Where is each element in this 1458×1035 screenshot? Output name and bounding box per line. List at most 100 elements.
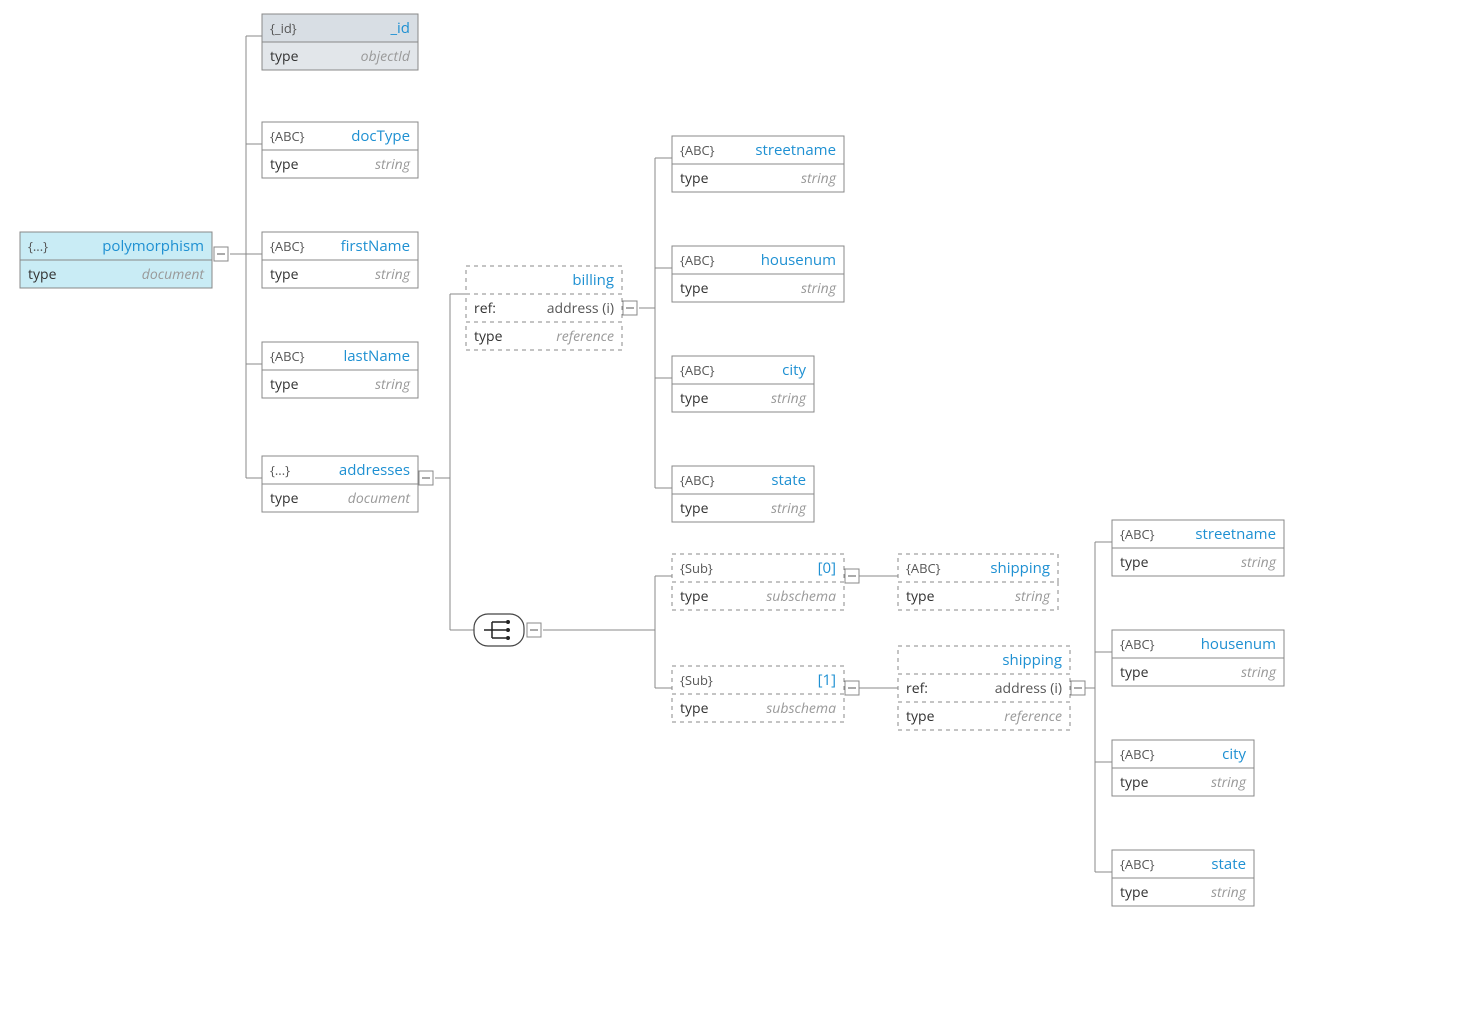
svg-text:string: string [1241, 553, 1277, 572]
svg-text:subschema: subschema [766, 699, 836, 718]
svg-text:string: string [771, 499, 807, 518]
svg-text:string: string [1241, 663, 1277, 682]
svg-text:type: type [680, 169, 709, 188]
svg-text:{ABC}: {ABC} [1120, 635, 1155, 653]
svg-text:string: string [1015, 587, 1051, 606]
collapse-toggle[interactable] [623, 301, 637, 315]
svg-text:type: type [270, 265, 299, 284]
svg-text:{Sub}: {Sub} [680, 559, 713, 577]
node-streetname-2[interactable]: {ABC} streetname type string [1112, 520, 1284, 576]
node-sub0[interactable]: {Sub} [0] type subschema [672, 554, 844, 610]
svg-text:type: type [270, 489, 299, 508]
svg-text:{Sub}: {Sub} [680, 671, 713, 689]
svg-text:subschema: subschema [766, 587, 836, 606]
field-name: _id [389, 18, 410, 38]
svg-text:type: type [680, 499, 709, 518]
svg-text:{ABC}: {ABC} [1120, 745, 1155, 763]
node-sub1[interactable]: {Sub} [1] type subschema [672, 666, 844, 722]
svg-text:type: type [1120, 883, 1149, 902]
node-addresses[interactable]: {...} addresses type document [262, 456, 418, 512]
svg-text:address (i): address (i) [547, 299, 614, 318]
svg-text:housenum: housenum [761, 250, 836, 270]
collapse-toggle[interactable] [214, 247, 228, 261]
collapse-toggle[interactable] [419, 471, 433, 485]
collapse-toggle[interactable] [1071, 681, 1085, 695]
svg-text:string: string [771, 389, 807, 408]
svg-text:docType: docType [351, 126, 410, 146]
svg-text:{ABC}: {ABC} [270, 347, 305, 365]
svg-text:type: type [474, 327, 503, 346]
node-id[interactable]: {_id} _id type objectId [262, 14, 418, 70]
svg-text:shipping: shipping [990, 558, 1050, 578]
svg-text:type: type [680, 279, 709, 298]
svg-text:type: type [270, 155, 299, 174]
svg-text:string: string [801, 279, 837, 298]
node-polymorphism[interactable]: {...} polymorphism type document [20, 232, 212, 288]
svg-text:string: string [375, 265, 411, 284]
svg-text:string: string [375, 375, 411, 394]
svg-text:type: type [680, 699, 709, 718]
collapse-toggle[interactable] [527, 623, 541, 637]
node-lastname[interactable]: {ABC} lastName type string [262, 342, 418, 398]
svg-text:city: city [1222, 744, 1246, 764]
field-tag: {_id} [270, 19, 297, 37]
svg-text:state: state [771, 470, 806, 490]
svg-text:housenum: housenum [1201, 634, 1276, 654]
field-tag: {...} [28, 237, 48, 255]
node-billing[interactable]: billing ref: address (i) type reference [466, 266, 622, 350]
svg-text:type: type [1120, 553, 1149, 572]
svg-text:{ABC}: {ABC} [680, 141, 715, 159]
svg-text:type: type [906, 707, 935, 726]
node-shipping-ref[interactable]: shipping ref: address (i) type reference [898, 646, 1070, 730]
node-city[interactable]: {ABC} city type string [672, 356, 814, 412]
svg-text:{ABC}: {ABC} [680, 361, 715, 379]
node-housenum-2[interactable]: {ABC} housenum type string [1112, 630, 1284, 686]
svg-text:type: type [906, 587, 935, 606]
row-label: type [270, 47, 299, 66]
svg-text:type: type [1120, 663, 1149, 682]
svg-text:firstName: firstName [341, 236, 410, 256]
svg-text:address (i): address (i) [995, 679, 1062, 698]
svg-text:streetname: streetname [1195, 524, 1276, 544]
svg-text:type: type [1120, 773, 1149, 792]
svg-text:{ABC}: {ABC} [680, 251, 715, 269]
collapse-toggle[interactable] [845, 569, 859, 583]
svg-text:state: state [1211, 854, 1246, 874]
svg-text:city: city [782, 360, 806, 380]
svg-text:type: type [270, 375, 299, 394]
collapse-toggle[interactable] [845, 681, 859, 695]
svg-text:[0]: [0] [818, 558, 836, 578]
field-name: polymorphism [102, 236, 204, 256]
node-city-2[interactable]: {ABC} city type string [1112, 740, 1254, 796]
node-firstname[interactable]: {ABC} firstName type string [262, 232, 418, 288]
node-doctype[interactable]: {ABC} docType type string [262, 122, 418, 178]
svg-text:reference: reference [556, 327, 614, 346]
node-housenum[interactable]: {ABC} housenum type string [672, 246, 844, 302]
svg-text:{...}: {...} [270, 461, 290, 479]
row-value: objectId [361, 47, 411, 66]
svg-text:{ABC}: {ABC} [270, 127, 305, 145]
svg-text:string: string [801, 169, 837, 188]
svg-text:{ABC}: {ABC} [1120, 855, 1155, 873]
svg-text:string: string [1211, 883, 1247, 902]
svg-text:string: string [375, 155, 411, 174]
row-label: type [28, 265, 57, 284]
node-state[interactable]: {ABC} state type string [672, 466, 814, 522]
node-state-2[interactable]: {ABC} state type string [1112, 850, 1254, 906]
svg-text:{ABC}: {ABC} [270, 237, 305, 255]
svg-text:billing: billing [572, 270, 614, 290]
svg-text:lastName: lastName [343, 346, 410, 366]
svg-text:addresses: addresses [339, 460, 410, 480]
svg-text:type: type [680, 587, 709, 606]
svg-text:{ABC}: {ABC} [1120, 525, 1155, 543]
row-value: document [142, 265, 206, 284]
node-shipping-string[interactable]: {ABC} shipping type string [898, 554, 1058, 610]
svg-text:{ABC}: {ABC} [906, 559, 941, 577]
oneof-node[interactable] [474, 614, 524, 646]
svg-text:[1]: [1] [818, 670, 836, 690]
svg-text:shipping: shipping [1002, 650, 1062, 670]
svg-text:ref:: ref: [906, 679, 928, 698]
node-streetname[interactable]: {ABC} streetname type string [672, 136, 844, 192]
svg-text:{ABC}: {ABC} [680, 471, 715, 489]
svg-text:string: string [1211, 773, 1247, 792]
